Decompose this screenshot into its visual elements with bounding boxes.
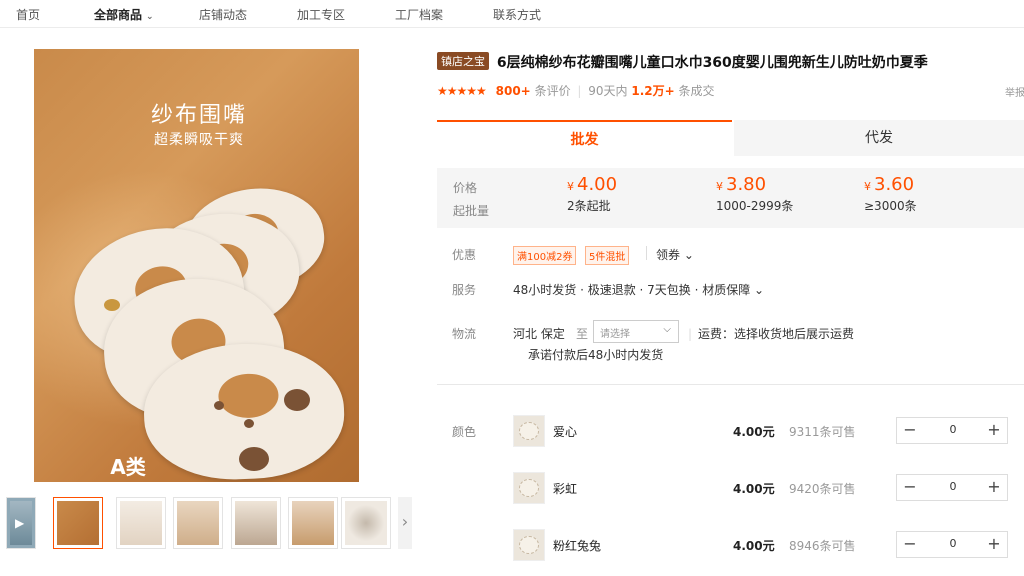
tier-qty: 2条起批 [567, 199, 611, 213]
sku-row: 爱心 4.00元 9311条可售 − 0 + [513, 415, 1024, 447]
thumbnail-strip: ▶ › [0, 497, 420, 551]
thumbnail-5[interactable] [288, 497, 338, 549]
sku-stock: 9420条可售 [789, 482, 856, 496]
delivery-promise: 承诺付款后48小时内发货 [528, 348, 664, 362]
product-title: 6层纯棉纱布花瓣围嘴儿童口水巾360度婴儿围兜新生儿防吐奶巾夏季 [496, 55, 928, 71]
currency-symbol: ¥ [567, 180, 574, 193]
report-link[interactable]: 举报 [1005, 84, 1024, 99]
price-tier-1: ¥4.00 2条起批 [567, 174, 617, 214]
thumbnail-4[interactable] [231, 497, 281, 549]
main-product-image[interactable]: 纱布围嘴 超柔瞬吸干爽 A类 纯棉 [34, 49, 359, 482]
sku-stock: 8946条可售 [789, 539, 856, 553]
badge-line1: A类 [110, 455, 146, 479]
price-tier-3: ¥3.60 ≥3000条 [864, 174, 917, 214]
image-headline: 纱布围嘴 [150, 103, 247, 128]
sku-price: 4.00元 [733, 482, 775, 496]
get-coupon-dropdown[interactable]: 领券 ⌄ [656, 246, 694, 263]
shipping-fee-note: | 运费：选择收货地后展示运费 [688, 327, 855, 341]
tier-qty: 1000-2999条 [716, 199, 794, 213]
sales-label: 条成交 [678, 84, 715, 98]
currency-symbol: ¥ [864, 180, 871, 193]
quantity-stepper: − 0 + [896, 474, 1008, 501]
decrement-button[interactable]: − [897, 418, 923, 443]
review-count[interactable]: 800+ [496, 84, 531, 98]
service-label: 服务 [452, 283, 477, 297]
nav-processing[interactable]: 加工专区 [297, 6, 345, 23]
color-label: 颜色 [452, 425, 477, 439]
sales-count: 1.2万+ [631, 84, 675, 98]
tier-price: 3.60 [874, 174, 915, 195]
sku-price: 4.00元 [733, 539, 775, 553]
region-select-placeholder: 请选择 [600, 329, 630, 340]
purchase-mode-tabs: 批发 代发 [437, 120, 1024, 156]
region-select[interactable]: 请选择 ⌵ [593, 320, 679, 343]
star-rating-icon: ★★★★★ [437, 84, 487, 98]
nav-home[interactable]: 首页 [16, 6, 40, 23]
sku-swatch[interactable] [513, 415, 545, 447]
price-tiers: 价格 起批量 ¥4.00 2条起批 ¥3.80 1000-2999条 ¥3.60… [437, 168, 1024, 228]
decrement-button[interactable]: − [897, 532, 923, 557]
tab-dropship[interactable]: 代发 [734, 120, 1024, 156]
top-nav: 首页 全部商品 ⌄ 店铺动态 加工专区 工厂档案 联系方式 [0, 0, 1024, 28]
price-label: 价格 [453, 181, 478, 195]
sku-price: 4.00元 [733, 425, 775, 439]
play-icon: ▶ [15, 516, 25, 530]
thumbnail-1[interactable] [53, 497, 103, 549]
nav-all-products[interactable]: 全部商品 ⌄ [94, 6, 154, 23]
sku-swatch[interactable] [513, 472, 545, 504]
quantity-input[interactable]: 0 [927, 423, 979, 436]
increment-button[interactable]: + [981, 418, 1007, 443]
sku-swatch[interactable] [513, 529, 545, 561]
promo-label: 优惠 [452, 248, 477, 262]
quantity-input[interactable]: 0 [927, 480, 979, 493]
sku-name: 爱心 [553, 425, 578, 439]
sku-stock: 9311条可售 [789, 425, 856, 439]
increment-button[interactable]: + [981, 475, 1007, 500]
nav-factory-profile[interactable]: 工厂档案 [395, 6, 443, 23]
quantity-input[interactable]: 0 [927, 537, 979, 550]
cotton-badge: A类 纯棉 [96, 451, 160, 482]
increment-button[interactable]: + [981, 532, 1007, 557]
thumbnail-video[interactable]: ▶ [6, 497, 36, 549]
nav-contact[interactable]: 联系方式 [493, 6, 541, 23]
moq-label: 起批量 [453, 204, 490, 218]
chevron-right-icon[interactable]: › [398, 497, 412, 549]
badge-line2: 纯棉 [96, 478, 160, 482]
tier-qty: ≥3000条 [864, 199, 917, 213]
nav-all-products-label: 全部商品 [94, 8, 143, 22]
sku-row: 粉红兔兔 4.00元 8946条可售 − 0 + [513, 529, 1024, 561]
chevron-down-icon: ⌄ [146, 12, 154, 22]
logistics-label: 物流 [452, 327, 477, 341]
review-label: 条评价 [534, 84, 571, 98]
sales-prefix: 90天内 [588, 84, 628, 98]
thumbnail-3[interactable] [173, 497, 223, 549]
shipping-fee-text: 运费：选择收货地后展示运费 [698, 327, 855, 341]
rating-row: ★★★★★ 800+ 条评价 | 90天内 1.2万+ 条成交 举报 [437, 84, 1024, 99]
nav-shop-news[interactable]: 店铺动态 [199, 6, 247, 23]
image-subline: 超柔瞬吸干爽 [154, 132, 244, 148]
quantity-stepper: − 0 + [896, 531, 1008, 558]
tab-wholesale[interactable]: 批发 [437, 120, 732, 156]
title-row: 镇店之宝 6层纯棉纱布花瓣围嘴儿童口水巾360度婴儿围兜新生儿防吐奶巾夏季 [437, 52, 1024, 72]
thumbnail-2[interactable] [116, 497, 166, 549]
price-tier-2: ¥3.80 1000-2999条 [716, 174, 793, 214]
sku-name: 粉红兔兔 [553, 539, 602, 553]
tier-price: 3.80 [726, 174, 767, 195]
tier-price: 4.00 [577, 174, 618, 195]
chevron-down-icon: ⌵ [663, 324, 671, 335]
sku-row: 彩虹 4.00元 9420条可售 − 0 + [513, 472, 1024, 504]
thumbnail-6[interactable] [341, 497, 391, 549]
ship-from: 河北 保定 [513, 327, 565, 341]
service-list[interactable]: 48小时发货 · 极速退款 · 7天包换 · 材质保障 ⌄ [513, 281, 764, 298]
to-label: 至 [576, 327, 589, 341]
coupon-tag[interactable]: 5件混批 [585, 246, 630, 265]
sku-name: 彩虹 [553, 482, 578, 496]
shop-tag-badge: 镇店之宝 [437, 52, 489, 70]
quantity-stepper: − 0 + [896, 417, 1008, 444]
decrement-button[interactable]: − [897, 475, 923, 500]
coupon-tag[interactable]: 满100减2券 [513, 246, 577, 265]
currency-symbol: ¥ [716, 180, 723, 193]
